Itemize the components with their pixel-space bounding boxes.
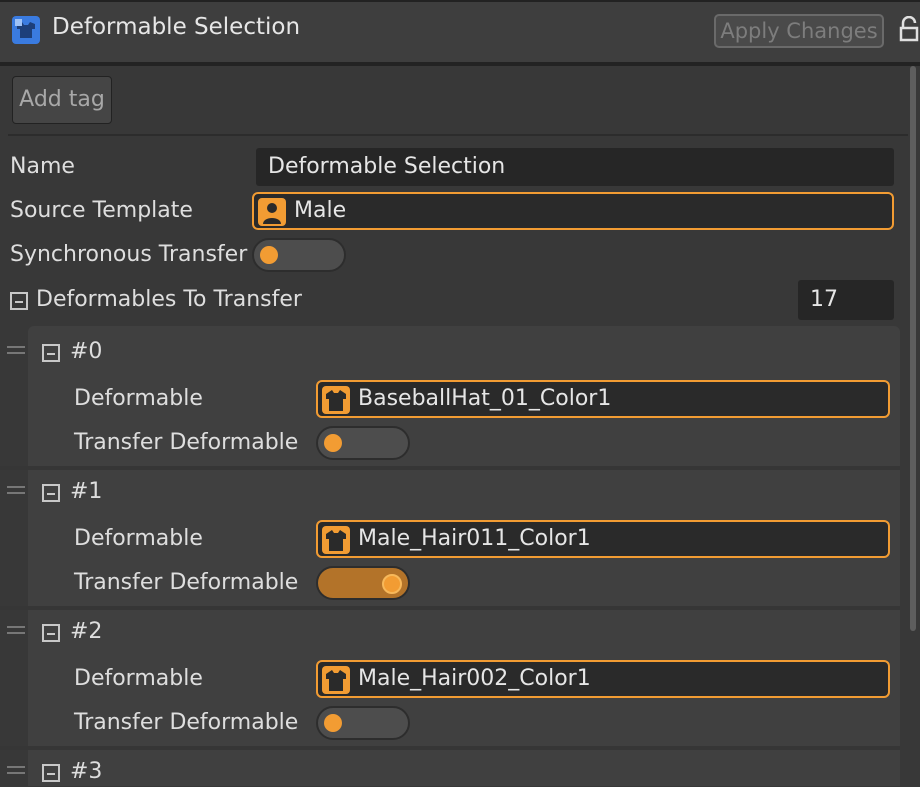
shirt-icon [322,526,350,554]
deformable-label: Deformable [74,386,203,411]
deformable-field[interactable]: Male_Hair002_Color1 [316,660,890,698]
deformable-field[interactable]: Male_Hair011_Color1 [316,520,890,558]
toggle-knob [260,246,278,264]
row-separator [0,606,900,610]
toggle-knob [324,714,342,732]
toggle-knob [324,434,342,452]
wardrobe-icon [12,16,40,44]
lock-icon[interactable] [898,15,920,44]
drag-handle-icon[interactable] [7,766,25,774]
collapse-icon[interactable] [42,344,60,362]
person-icon [258,198,286,226]
deformable-value: BaseballHat_01_Color1 [358,386,612,411]
inspector-title: Deformable Selection [52,14,301,40]
synchronous-transfer-label: Synchronous Transfer [10,242,248,267]
deformable-field[interactable]: BaseballHat_01_Color1 [316,380,890,418]
add-tag-button[interactable]: Add tag [12,76,112,124]
deformable-label: Deformable [74,526,203,551]
apply-changes-button[interactable]: Apply Changes [714,14,884,48]
deformable-label: Deformable [74,666,203,691]
item-index: #2 [70,619,103,644]
row-separator [0,746,900,750]
toggle-knob [382,574,402,594]
collapse-icon[interactable] [42,764,60,782]
deformables-to-transfer-label: Deformables To Transfer [36,287,302,312]
item-index: #1 [70,479,103,504]
deformables-count-field[interactable]: 17 [798,280,894,320]
deformable-value: Male_Hair011_Color1 [358,526,591,551]
scrollbar[interactable] [910,66,916,631]
transfer-deformable-label: Transfer Deformable [74,570,299,595]
collapse-icon[interactable] [42,484,60,502]
item-index: #0 [70,339,103,364]
source-template-field[interactable]: Male [252,192,894,230]
row-separator [0,466,900,470]
transfer-deformable-label: Transfer Deformable [74,710,299,735]
shirt-icon [322,666,350,694]
shirt-icon [322,386,350,414]
item-index: #3 [70,759,103,784]
collapse-icon[interactable] [42,624,60,642]
synchronous-transfer-toggle[interactable] [252,238,346,272]
section-divider [8,134,908,136]
collapse-icon[interactable] [10,292,28,310]
transfer-deformable-toggle[interactable] [316,426,410,460]
drag-handle-icon[interactable] [7,486,25,494]
source-template-value: Male [294,198,347,223]
transfer-deformable-toggle[interactable] [316,706,410,740]
transfer-deformable-label: Transfer Deformable [74,430,299,455]
deformable-value: Male_Hair002_Color1 [358,666,591,691]
source-template-label: Source Template [10,198,193,223]
header-divider [0,62,920,66]
name-field[interactable]: Deformable Selection [256,148,894,186]
drag-handle-icon[interactable] [7,626,25,634]
name-label: Name [10,154,75,179]
transfer-deformable-toggle[interactable] [316,566,410,600]
drag-handle-icon[interactable] [7,346,25,354]
